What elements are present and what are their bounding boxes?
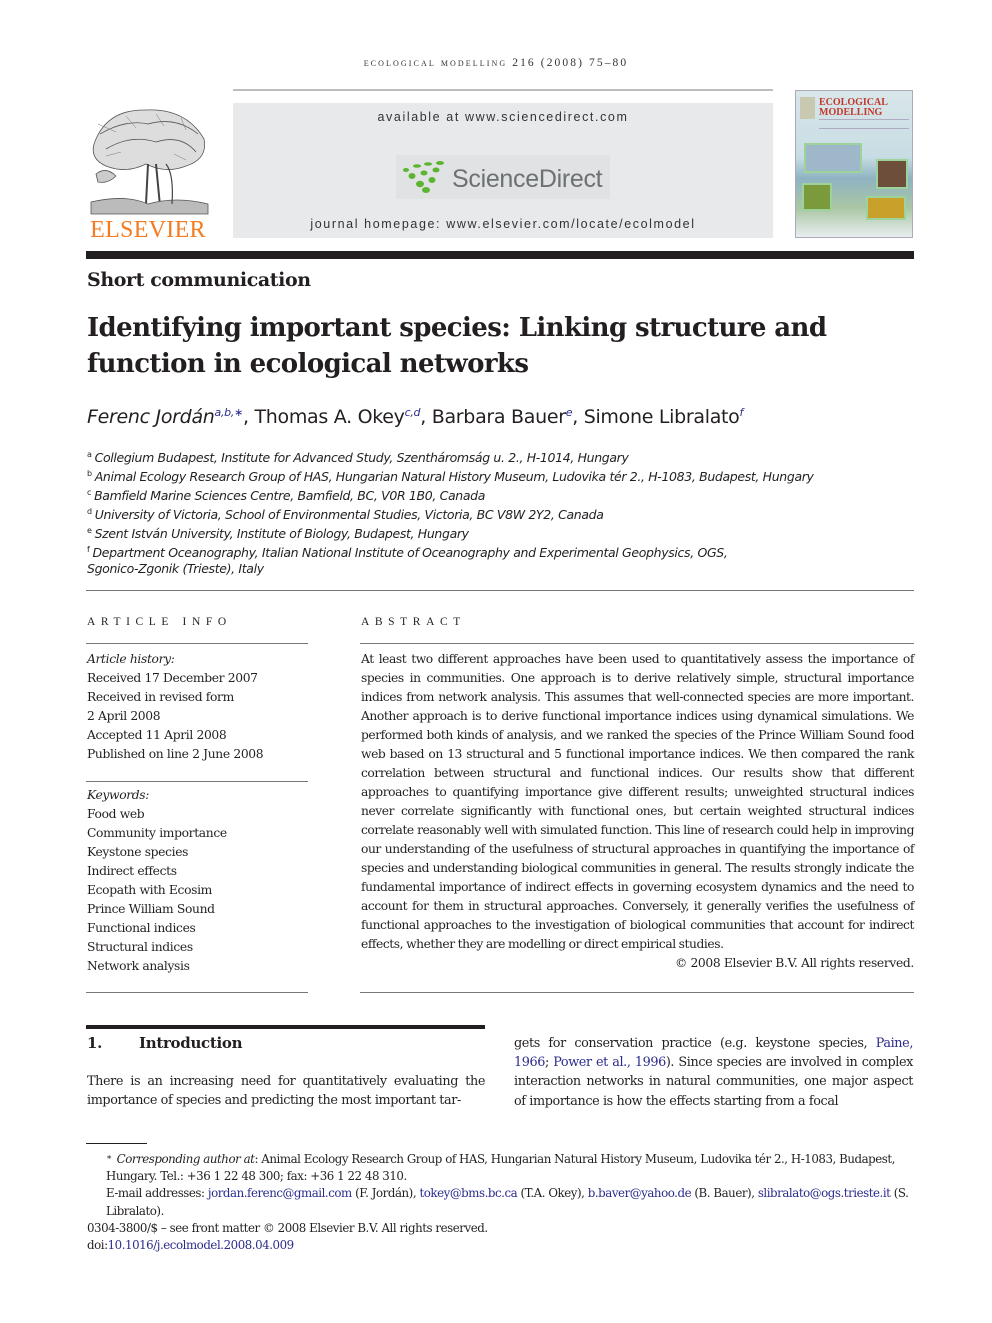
author-name: Thomas A. Okey: [254, 406, 405, 428]
article-title: Identifying important species: Linking s…: [87, 313, 827, 379]
footnote-rule: [86, 1143, 147, 1144]
keyword: Ecopath with Ecosim: [87, 883, 212, 897]
cover-subtitle-lines: [819, 119, 909, 129]
keyword: Structural indices: [87, 940, 193, 954]
divider: [86, 643, 308, 644]
affiliation-list: a Collegium Budapest, Institute for Advan…: [87, 445, 814, 578]
section-rule: [86, 1025, 485, 1029]
cover-title: ECOLOGICAL MODELLING: [819, 97, 888, 118]
author-name: Simone Libralato: [583, 406, 740, 428]
journal-homepage-link[interactable]: journal homepage: www.elsevier.com/locat…: [233, 217, 773, 231]
affiliation: f Department Oceanography, Italian Nation…: [87, 545, 728, 560]
author-name: Barbara Bauer: [431, 406, 566, 428]
article-history: Article history: Received 17 December 20…: [87, 650, 264, 764]
running-head: ecological modelling 216 (2008) 75–80: [363, 57, 629, 69]
keyword: Community importance: [87, 826, 227, 840]
email-link[interactable]: slibralato@ogs.trieste.it: [758, 1186, 891, 1200]
author-affil-marks[interactable]: a,b,∗: [215, 406, 244, 419]
author-list: Ferenc Jordána,b,∗, Thomas A. Okeyc,d, B…: [87, 406, 744, 428]
front-matter-note: 0304-3800/$ – see front matter © 2008 El…: [87, 1220, 488, 1235]
header-top-rule: [233, 89, 773, 91]
doi-line: doi:10.1016/j.ecolmodel.2008.04.009: [87, 1238, 295, 1253]
history-item: Accepted 11 April 2008: [87, 728, 227, 742]
affiliation-continued: Sgonico-Zgonik (Trieste), Italy: [87, 561, 264, 576]
keyword: Food web: [87, 807, 145, 821]
footnotes: ∗ Corresponding author at: Animal Ecology…: [87, 1150, 913, 1254]
citation-link[interactable]: Power et al., 1996: [553, 1055, 666, 1070]
cover-publisher-logo-icon: [800, 97, 815, 119]
corresponding-author-note: ∗ Corresponding author at: Animal Ecology…: [106, 1152, 895, 1184]
affiliation: c Bamfield Marine Sciences Centre, Bamfie…: [87, 488, 486, 503]
section-heading-introduction: 1. Introduction: [87, 1034, 243, 1052]
divider: [86, 590, 914, 591]
keyword: Network analysis: [87, 959, 190, 973]
section-number: 1.: [87, 1034, 103, 1052]
header-thick-rule: [86, 251, 914, 259]
cover-photo-butterfly: [802, 183, 832, 211]
sciencedirect-dots-icon: [403, 161, 444, 193]
article-info-heading: article info: [87, 616, 232, 628]
divider: [360, 992, 914, 993]
body-text-right: gets for conservation practice (e.g. key…: [514, 1036, 913, 1109]
divider: [360, 643, 914, 644]
body-text-left: There is an increasing need for quantita…: [87, 1074, 485, 1109]
publisher-wordmark: ELSEVIER: [90, 217, 206, 243]
affiliation: e Szent István University, Institute of B…: [87, 526, 469, 541]
section-title: Introduction: [139, 1034, 243, 1052]
available-at-link[interactable]: available at www.sciencedirect.com: [233, 110, 773, 124]
sciencedirect-wordmark: ScienceDirect: [452, 165, 603, 193]
keywords-label: Keywords:: [87, 788, 150, 802]
author-name: Ferenc Jordán: [87, 406, 215, 428]
journal-cover-thumbnail: ECOLOGICAL MODELLING: [795, 90, 913, 238]
keyword: Functional indices: [87, 921, 196, 935]
history-item: Published on line 2 June 2008: [87, 747, 264, 761]
cover-photo-landscape: [804, 143, 862, 173]
affiliation: b Animal Ecology Research Group of HAS, H…: [87, 469, 814, 484]
author-affil-marks[interactable]: c,d: [405, 406, 421, 419]
keyword: Prince William Sound: [87, 902, 215, 916]
abstract-text: At least two different approaches have b…: [361, 652, 914, 951]
abstract-heading: abstract: [361, 616, 466, 628]
email-link[interactable]: tokey@bms.bc.ca: [419, 1186, 517, 1200]
keyword: Keystone species: [87, 845, 189, 859]
email-link[interactable]: b.baver@yahoo.de: [588, 1186, 692, 1200]
email-link[interactable]: jordan.ferenc@gmail.com: [208, 1186, 352, 1200]
history-item: 2 April 2008: [87, 709, 161, 723]
divider: [86, 992, 308, 993]
keyword: Indirect effects: [87, 864, 177, 878]
cover-photo-forest: [876, 159, 908, 189]
history-label: Article history:: [87, 652, 175, 666]
doi-link[interactable]: 10.1016/j.ecolmodel.2008.04.009: [108, 1238, 295, 1252]
history-item: Received in revised form: [87, 690, 234, 704]
email-addresses: E-mail addresses: jordan.ferenc@gmail.co…: [106, 1186, 909, 1218]
history-item: Received 17 December 2007: [87, 671, 258, 685]
abstract-copyright: © 2008 Elsevier B.V. All rights reserved…: [674, 956, 914, 970]
article-type: Short communication: [87, 269, 311, 291]
author-affil-marks[interactable]: f: [740, 406, 744, 419]
affiliation: a Collegium Budapest, Institute for Advan…: [87, 450, 629, 465]
keywords-list: Keywords: Food web Community importance …: [87, 786, 227, 976]
cover-photo-sunflower: [866, 196, 906, 220]
asterisk-mark: ∗: [106, 1153, 112, 1163]
divider: [86, 781, 308, 782]
affiliation: d University of Victoria, School of Envir…: [87, 507, 604, 522]
